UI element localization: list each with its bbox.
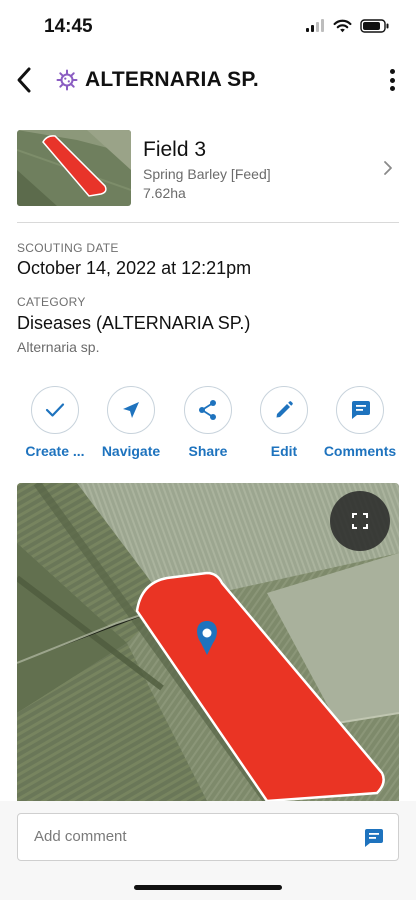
field-summary-row[interactable]: Field 3 Spring Barley [Feed] 7.62ha	[17, 130, 399, 208]
share-button[interactable]: Share	[168, 386, 248, 466]
pencil-icon	[276, 401, 293, 418]
back-button[interactable]	[10, 62, 38, 98]
comment-bubble-icon	[352, 401, 370, 419]
navigate-label: Navigate	[101, 443, 161, 459]
cellular-signal-icon	[306, 19, 324, 32]
checkmark-icon	[45, 403, 65, 417]
edit-label: Edit	[270, 443, 298, 459]
field-thumbnail	[17, 130, 131, 206]
category-subtitle: Alternaria sp.	[17, 339, 100, 355]
comment-send-icon[interactable]	[362, 827, 384, 849]
create-action-button[interactable]: Create ...	[15, 386, 95, 466]
vertical-dots-icon	[389, 69, 395, 74]
share-icon	[199, 400, 216, 420]
chevron-right-icon	[384, 161, 392, 175]
expand-map-button[interactable]	[330, 491, 390, 551]
app-header: ALTERNARIA SP.	[0, 56, 416, 104]
field-map[interactable]	[17, 483, 399, 801]
navigation-arrow-icon	[123, 402, 139, 418]
divider	[17, 222, 399, 223]
category-value: Diseases (ALTERNARIA SP.)	[17, 313, 251, 333]
battery-icon	[360, 19, 389, 33]
scouting-date-value: October 14, 2022 at 12:21pm	[17, 258, 252, 278]
category-label: CATEGORY	[17, 295, 86, 309]
comments-button[interactable]: Comments	[320, 386, 400, 466]
scouting-date-label: SCOUTING DATE	[17, 241, 119, 255]
status-icons	[305, 19, 390, 33]
home-indicator	[134, 885, 282, 890]
field-crop: Spring Barley [Feed]	[143, 166, 271, 182]
status-bar: 14:45	[0, 0, 416, 56]
field-area: 7.62ha	[143, 185, 186, 201]
navigate-button[interactable]: Navigate	[91, 386, 171, 466]
edit-button[interactable]: Edit	[244, 386, 324, 466]
wifi-icon	[333, 19, 352, 33]
fullscreen-icon	[352, 513, 368, 529]
chevron-left-icon	[17, 67, 31, 93]
more-options-button[interactable]	[382, 66, 402, 94]
share-label: Share	[188, 443, 228, 459]
status-time: 14:45	[44, 16, 93, 37]
comment-placeholder: Add comment	[34, 828, 127, 845]
virus-icon	[56, 69, 78, 91]
comments-label: Comments	[323, 443, 397, 459]
create-action-label: Create ...	[25, 443, 85, 459]
field-name: Field 3	[143, 138, 207, 161]
page-title: ALTERNARIA SP.	[85, 68, 259, 91]
comment-input[interactable]: Add comment	[17, 813, 399, 861]
action-bar: Create ... Navigate Share Edit Comments	[0, 386, 416, 466]
